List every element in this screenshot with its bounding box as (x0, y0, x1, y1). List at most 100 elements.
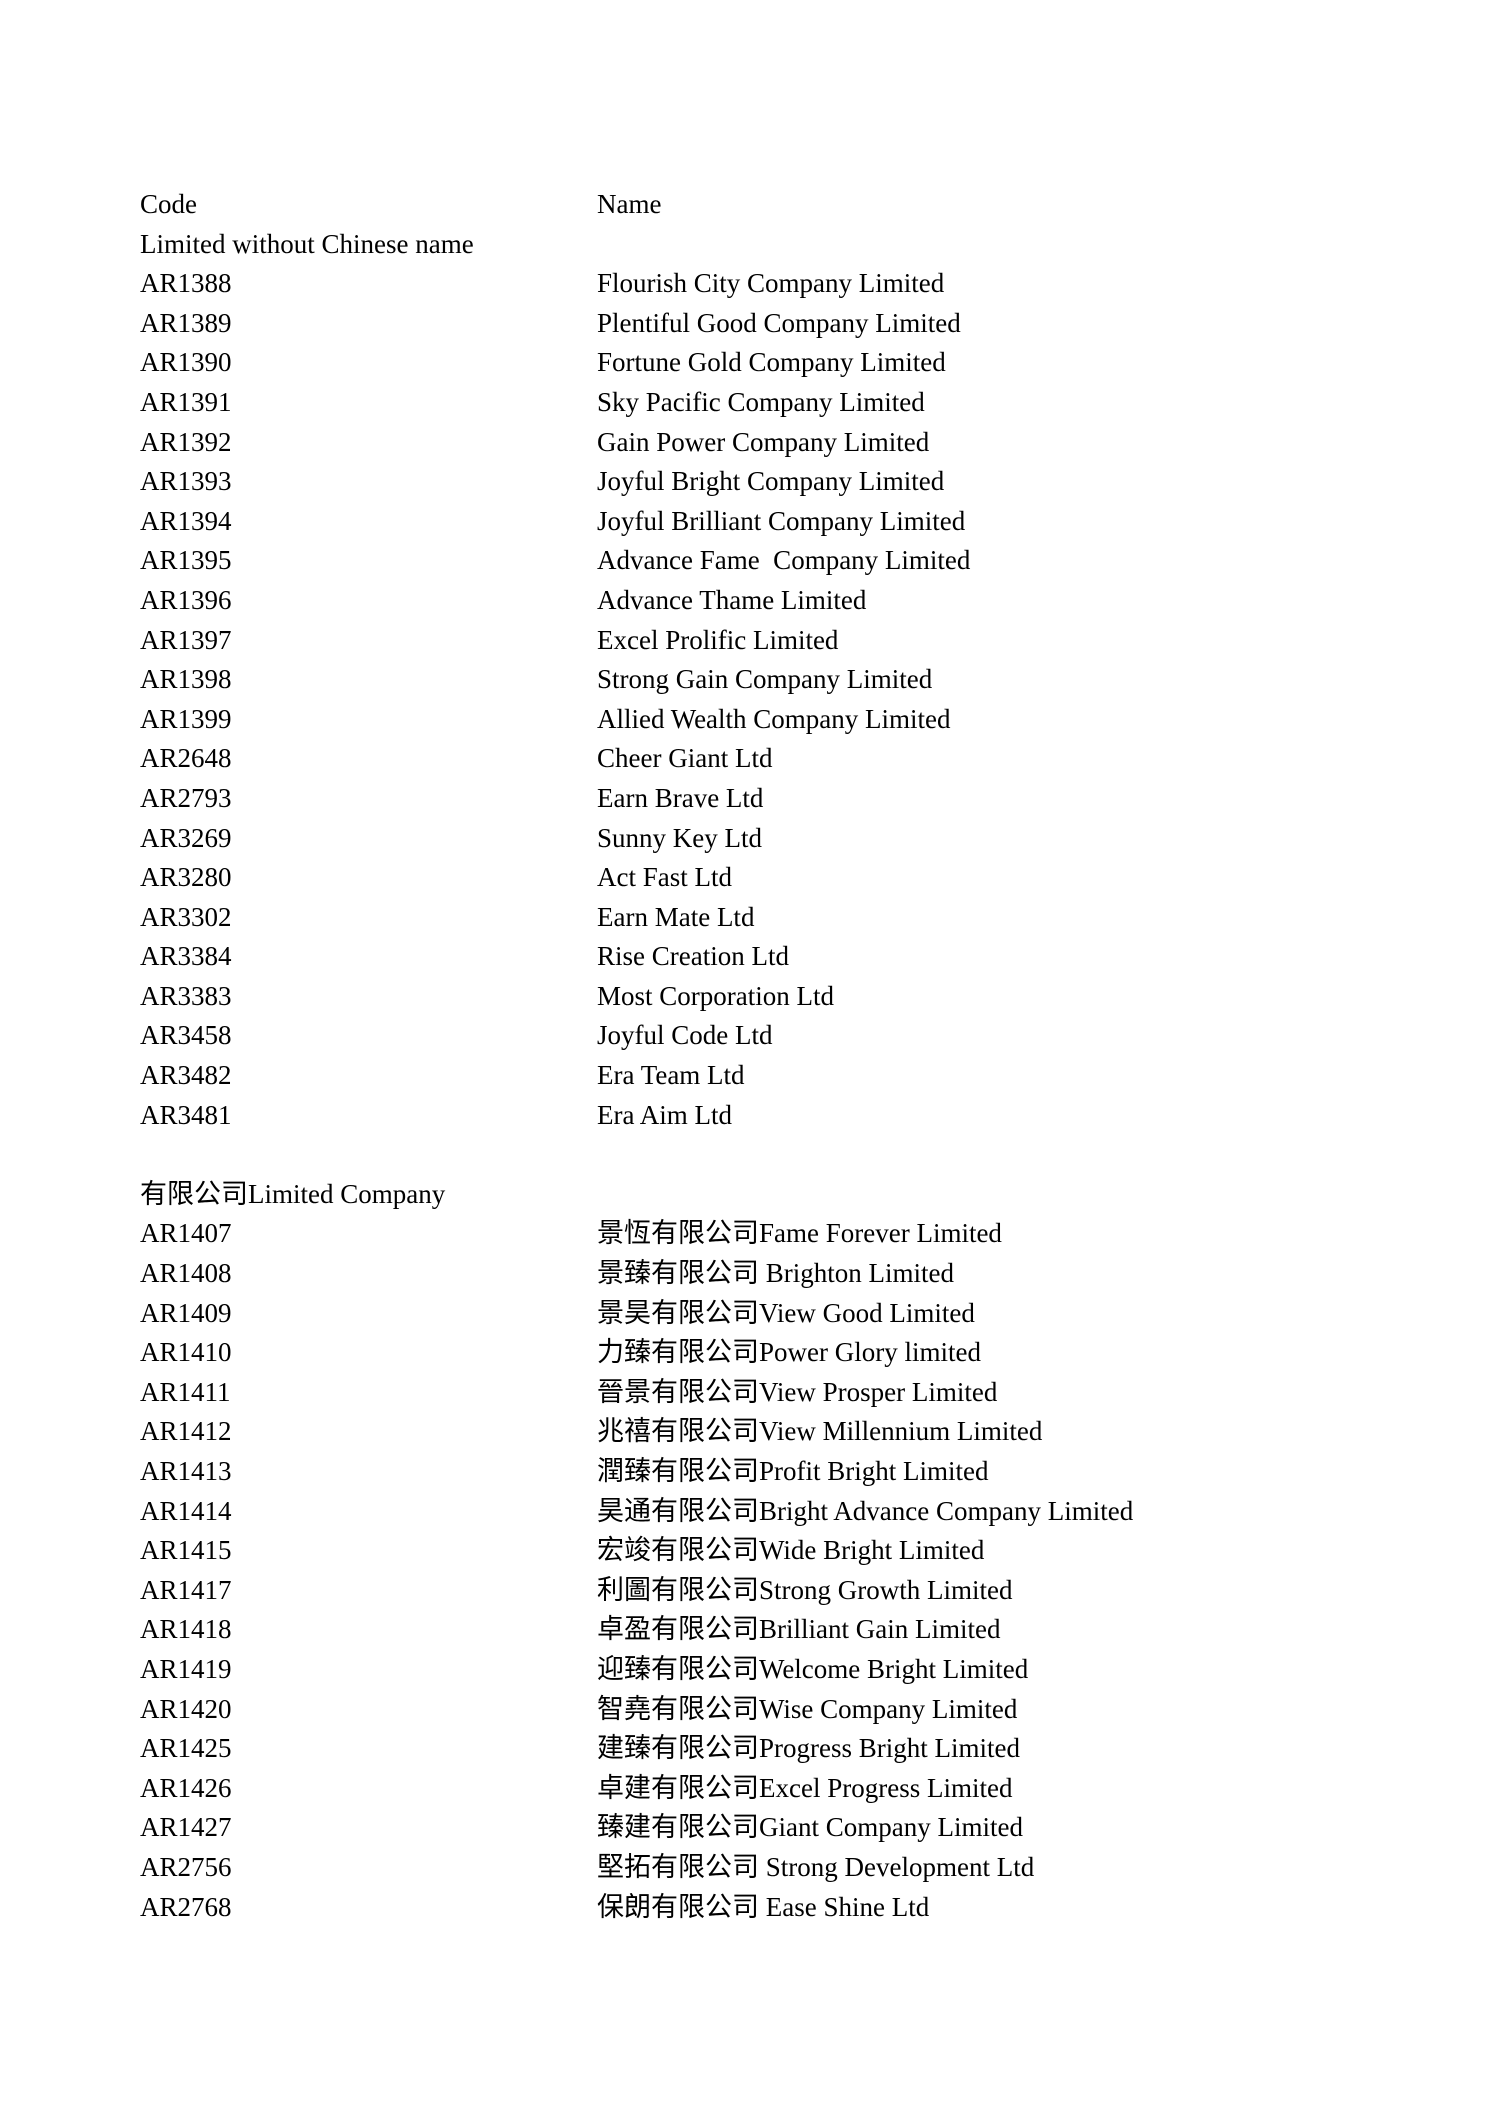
row-name: 迎臻有限公司Welcome Bright Limited (597, 1653, 1029, 1684)
document-page: Code Name Limited without Chinese name A… (0, 0, 1500, 2122)
table-row: AR1415 宏竣有限公司Wide Bright Limited (140, 1531, 1500, 1571)
row-code: AR1410 (140, 1337, 232, 1368)
row-name: Gain Power Company Limited (597, 426, 930, 457)
section-heading-limited-without-chinese-name: Limited without Chinese name (140, 228, 474, 259)
row-code: AR1412 (140, 1416, 232, 1447)
row-name: 晉景有限公司View Prosper Limited (597, 1376, 998, 1407)
column-headers: Code Name (140, 185, 1500, 225)
row-code: AR3280 (140, 862, 232, 893)
table-row: AR1410 力臻有限公司Power Glory limited (140, 1333, 1500, 1373)
table-row: AR3384 Rise Creation Ltd (140, 937, 1500, 977)
row-code: AR1394 (140, 505, 232, 536)
row-name: Excel Prolific Limited (597, 624, 839, 655)
table-row: AR1427 臻建有限公司Giant Company Limited (140, 1808, 1500, 1848)
table-row: AR1425 建臻有限公司Progress Bright Limited (140, 1729, 1500, 1769)
name-column-header: Name (597, 189, 662, 219)
row-code: AR3383 (140, 980, 232, 1011)
table-row: AR3269 Sunny Key Ltd (140, 819, 1500, 859)
row-name: Joyful Brilliant Company Limited (597, 505, 966, 536)
row-code: AR1391 (140, 386, 232, 417)
row-name: Earn Mate Ltd (597, 901, 755, 932)
table-row: AR1412 兆禧有限公司View Millennium Limited (140, 1412, 1500, 1452)
table-row: AR1420 智堯有限公司Wise Company Limited (140, 1690, 1500, 1730)
row-name: Joyful Code Ltd (597, 1020, 773, 1051)
table-row: AR3482 Era Team Ltd (140, 1056, 1500, 1096)
row-name: Era Aim Ltd (597, 1099, 732, 1130)
row-name: Rise Creation Ltd (597, 941, 789, 972)
table-row: AR1397 Excel Prolific Limited (140, 621, 1500, 661)
row-name: Flourish City Company Limited (597, 268, 945, 299)
row-name: Era Team Ltd (597, 1060, 745, 1091)
row-name: 智堯有限公司Wise Company Limited (597, 1693, 1018, 1724)
row-code: AR3481 (140, 1099, 232, 1130)
table-row: AR1388 Flourish City Company Limited (140, 264, 1500, 304)
section-heading-limited-company: 有限公司Limited Company (140, 1178, 446, 1209)
table-row: AR1392 Gain Power Company Limited (140, 423, 1500, 463)
table-row: AR1393 Joyful Bright Company Limited (140, 462, 1500, 502)
row-code: AR1390 (140, 347, 232, 378)
row-name: 宏竣有限公司Wide Bright Limited (597, 1535, 985, 1566)
table-row: AR2756 堅拓有限公司 Strong Development Ltd (140, 1848, 1500, 1888)
row-name: Sunny Key Ltd (597, 822, 762, 853)
row-name: 卓盈有限公司Brilliant Gain Limited (597, 1614, 1001, 1645)
row-code: AR1420 (140, 1693, 232, 1724)
row-code: AR2793 (140, 782, 232, 813)
row-code: AR1426 (140, 1772, 232, 1803)
row-name: 保朗有限公司 Ease Shine Ltd (597, 1891, 930, 1922)
table-row: AR1411 晉景有限公司View Prosper Limited (140, 1373, 1500, 1413)
row-code: AR1395 (140, 545, 232, 576)
company-listing: Code Name Limited without Chinese name A… (140, 185, 1500, 1927)
table-row: AR1390 Fortune Gold Company Limited (140, 343, 1500, 383)
row-name: 景昊有限公司View Good Limited (597, 1297, 975, 1328)
row-code: AR1411 (140, 1376, 231, 1407)
table-row: AR1418 卓盈有限公司Brilliant Gain Limited (140, 1610, 1500, 1650)
table-row: AR1426 卓建有限公司Excel Progress Limited (140, 1769, 1500, 1809)
table-row: AR1389 Plentiful Good Company Limited (140, 304, 1500, 344)
row-code: AR1427 (140, 1812, 232, 1843)
table-row: AR1395 Advance Fame Company Limited (140, 541, 1500, 581)
table-row: AR3383 Most Corporation Ltd (140, 977, 1500, 1017)
row-name: 兆禧有限公司View Millennium Limited (597, 1416, 1043, 1447)
row-code: AR1413 (140, 1456, 232, 1486)
table-row: AR1394 Joyful Brilliant Company Limited (140, 502, 1500, 542)
row-code: AR1419 (140, 1653, 232, 1684)
row-code: AR1393 (140, 466, 232, 497)
row-name: 景恆有限公司Fame Forever Limited (597, 1218, 1002, 1249)
row-name: Advance Thame Limited (597, 584, 867, 615)
row-code: AR1407 (140, 1218, 232, 1249)
table-row: AR1417 利圖有限公司Strong Growth Limited (140, 1571, 1500, 1611)
row-code: AR1399 (140, 703, 232, 734)
row-code: AR3458 (140, 1020, 232, 1051)
row-name: Act Fast Ltd (597, 862, 732, 893)
row-name: 潤臻有限公司Profit Bright Limited (597, 1456, 989, 1486)
row-code: AR1417 (140, 1574, 232, 1605)
table-row: AR1391 Sky Pacific Company Limited (140, 383, 1500, 423)
row-name: 建臻有限公司Progress Bright Limited (597, 1733, 1020, 1764)
row-code: AR1392 (140, 426, 232, 457)
row-name: 臻建有限公司Giant Company Limited (597, 1812, 1023, 1843)
row-name: Sky Pacific Company Limited (597, 386, 925, 417)
row-code: AR1414 (140, 1495, 232, 1526)
table-row: AR1413 潤臻有限公司Profit Bright Limited (140, 1452, 1500, 1492)
row-name: Plentiful Good Company Limited (597, 307, 961, 338)
row-name: 力臻有限公司Power Glory limited (597, 1337, 981, 1368)
table-row: AR1398 Strong Gain Company Limited (140, 660, 1500, 700)
row-code: AR1396 (140, 584, 232, 615)
row-code: AR2756 (140, 1851, 232, 1882)
row-code: AR1408 (140, 1258, 232, 1289)
code-column-header: Code (140, 189, 197, 219)
row-name: Strong Gain Company Limited (597, 664, 933, 695)
row-name: 昊通有限公司Bright Advance Company Limited (597, 1495, 1134, 1526)
table-row: AR3458 Joyful Code Ltd (140, 1016, 1500, 1056)
row-code: AR3302 (140, 901, 232, 932)
table-row: AR1419 迎臻有限公司Welcome Bright Limited (140, 1650, 1500, 1690)
table-row: AR1409 景昊有限公司View Good Limited (140, 1294, 1500, 1334)
row-code: AR1389 (140, 307, 232, 338)
row-name: 堅拓有限公司 Strong Development Ltd (597, 1851, 1035, 1882)
row-name: Fortune Gold Company Limited (597, 347, 946, 378)
table-row: AR1396 Advance Thame Limited (140, 581, 1500, 621)
row-code: AR3482 (140, 1060, 232, 1091)
table-row: AR1407 景恆有限公司Fame Forever Limited (140, 1214, 1500, 1254)
row-name: Earn Brave Ltd (597, 782, 764, 813)
